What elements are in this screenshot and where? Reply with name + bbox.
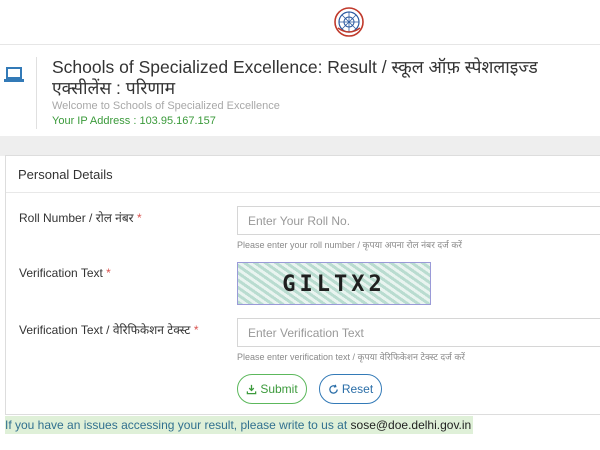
section-spacer: [0, 136, 600, 156]
captcha-text: GILTX2: [282, 272, 386, 297]
captcha-image: GILTX2: [237, 262, 431, 305]
verification-label: Verification Text / वेरिफिकेशन टेक्स्ट *: [19, 323, 199, 337]
page-title: Schools of Specialized Excellence: Resul…: [52, 57, 538, 98]
required-marker: *: [193, 323, 199, 337]
support-email-link[interactable]: sose@doe.delhi.gov.in: [351, 418, 472, 432]
page-header: Schools of Specialized Excellence: Resul…: [0, 44, 600, 136]
required-marker: *: [136, 211, 142, 225]
emblem-icon: [334, 7, 364, 37]
ip-address-text: Your IP Address : 103.95.167.157: [52, 115, 216, 127]
support-notice: If you have an issues accessing your res…: [5, 416, 474, 434]
welcome-text: Welcome to Schools of Specialized Excell…: [52, 100, 280, 112]
panel-title: Personal Details: [18, 167, 113, 182]
roll-number-hint: Please enter your roll number / कृपया अप…: [237, 240, 462, 250]
top-bar: [0, 0, 600, 44]
header-divider: [36, 57, 37, 129]
roll-number-label: Roll Number / रोल नंबर *: [19, 211, 142, 225]
submit-button[interactable]: Submit: [237, 374, 307, 404]
required-marker: *: [106, 266, 111, 280]
panel-heading: Personal Details: [6, 156, 600, 193]
captcha-label: Verification Text *: [19, 266, 111, 280]
refresh-icon: [329, 384, 338, 394]
roll-number-input[interactable]: [237, 206, 600, 235]
submit-label: Submit: [260, 382, 298, 396]
verification-input[interactable]: [237, 318, 600, 347]
laptop-icon: [4, 67, 24, 82]
verification-hint: Please enter verification text / कृपया व…: [237, 352, 465, 362]
reset-label: Reset: [341, 382, 374, 396]
notice-text: If you have an issues accessing your res…: [5, 418, 348, 432]
reset-button[interactable]: Reset: [319, 374, 382, 404]
personal-details-panel: Personal Details Roll Number / रोल नंबर …: [5, 155, 600, 415]
download-icon: [247, 384, 257, 394]
